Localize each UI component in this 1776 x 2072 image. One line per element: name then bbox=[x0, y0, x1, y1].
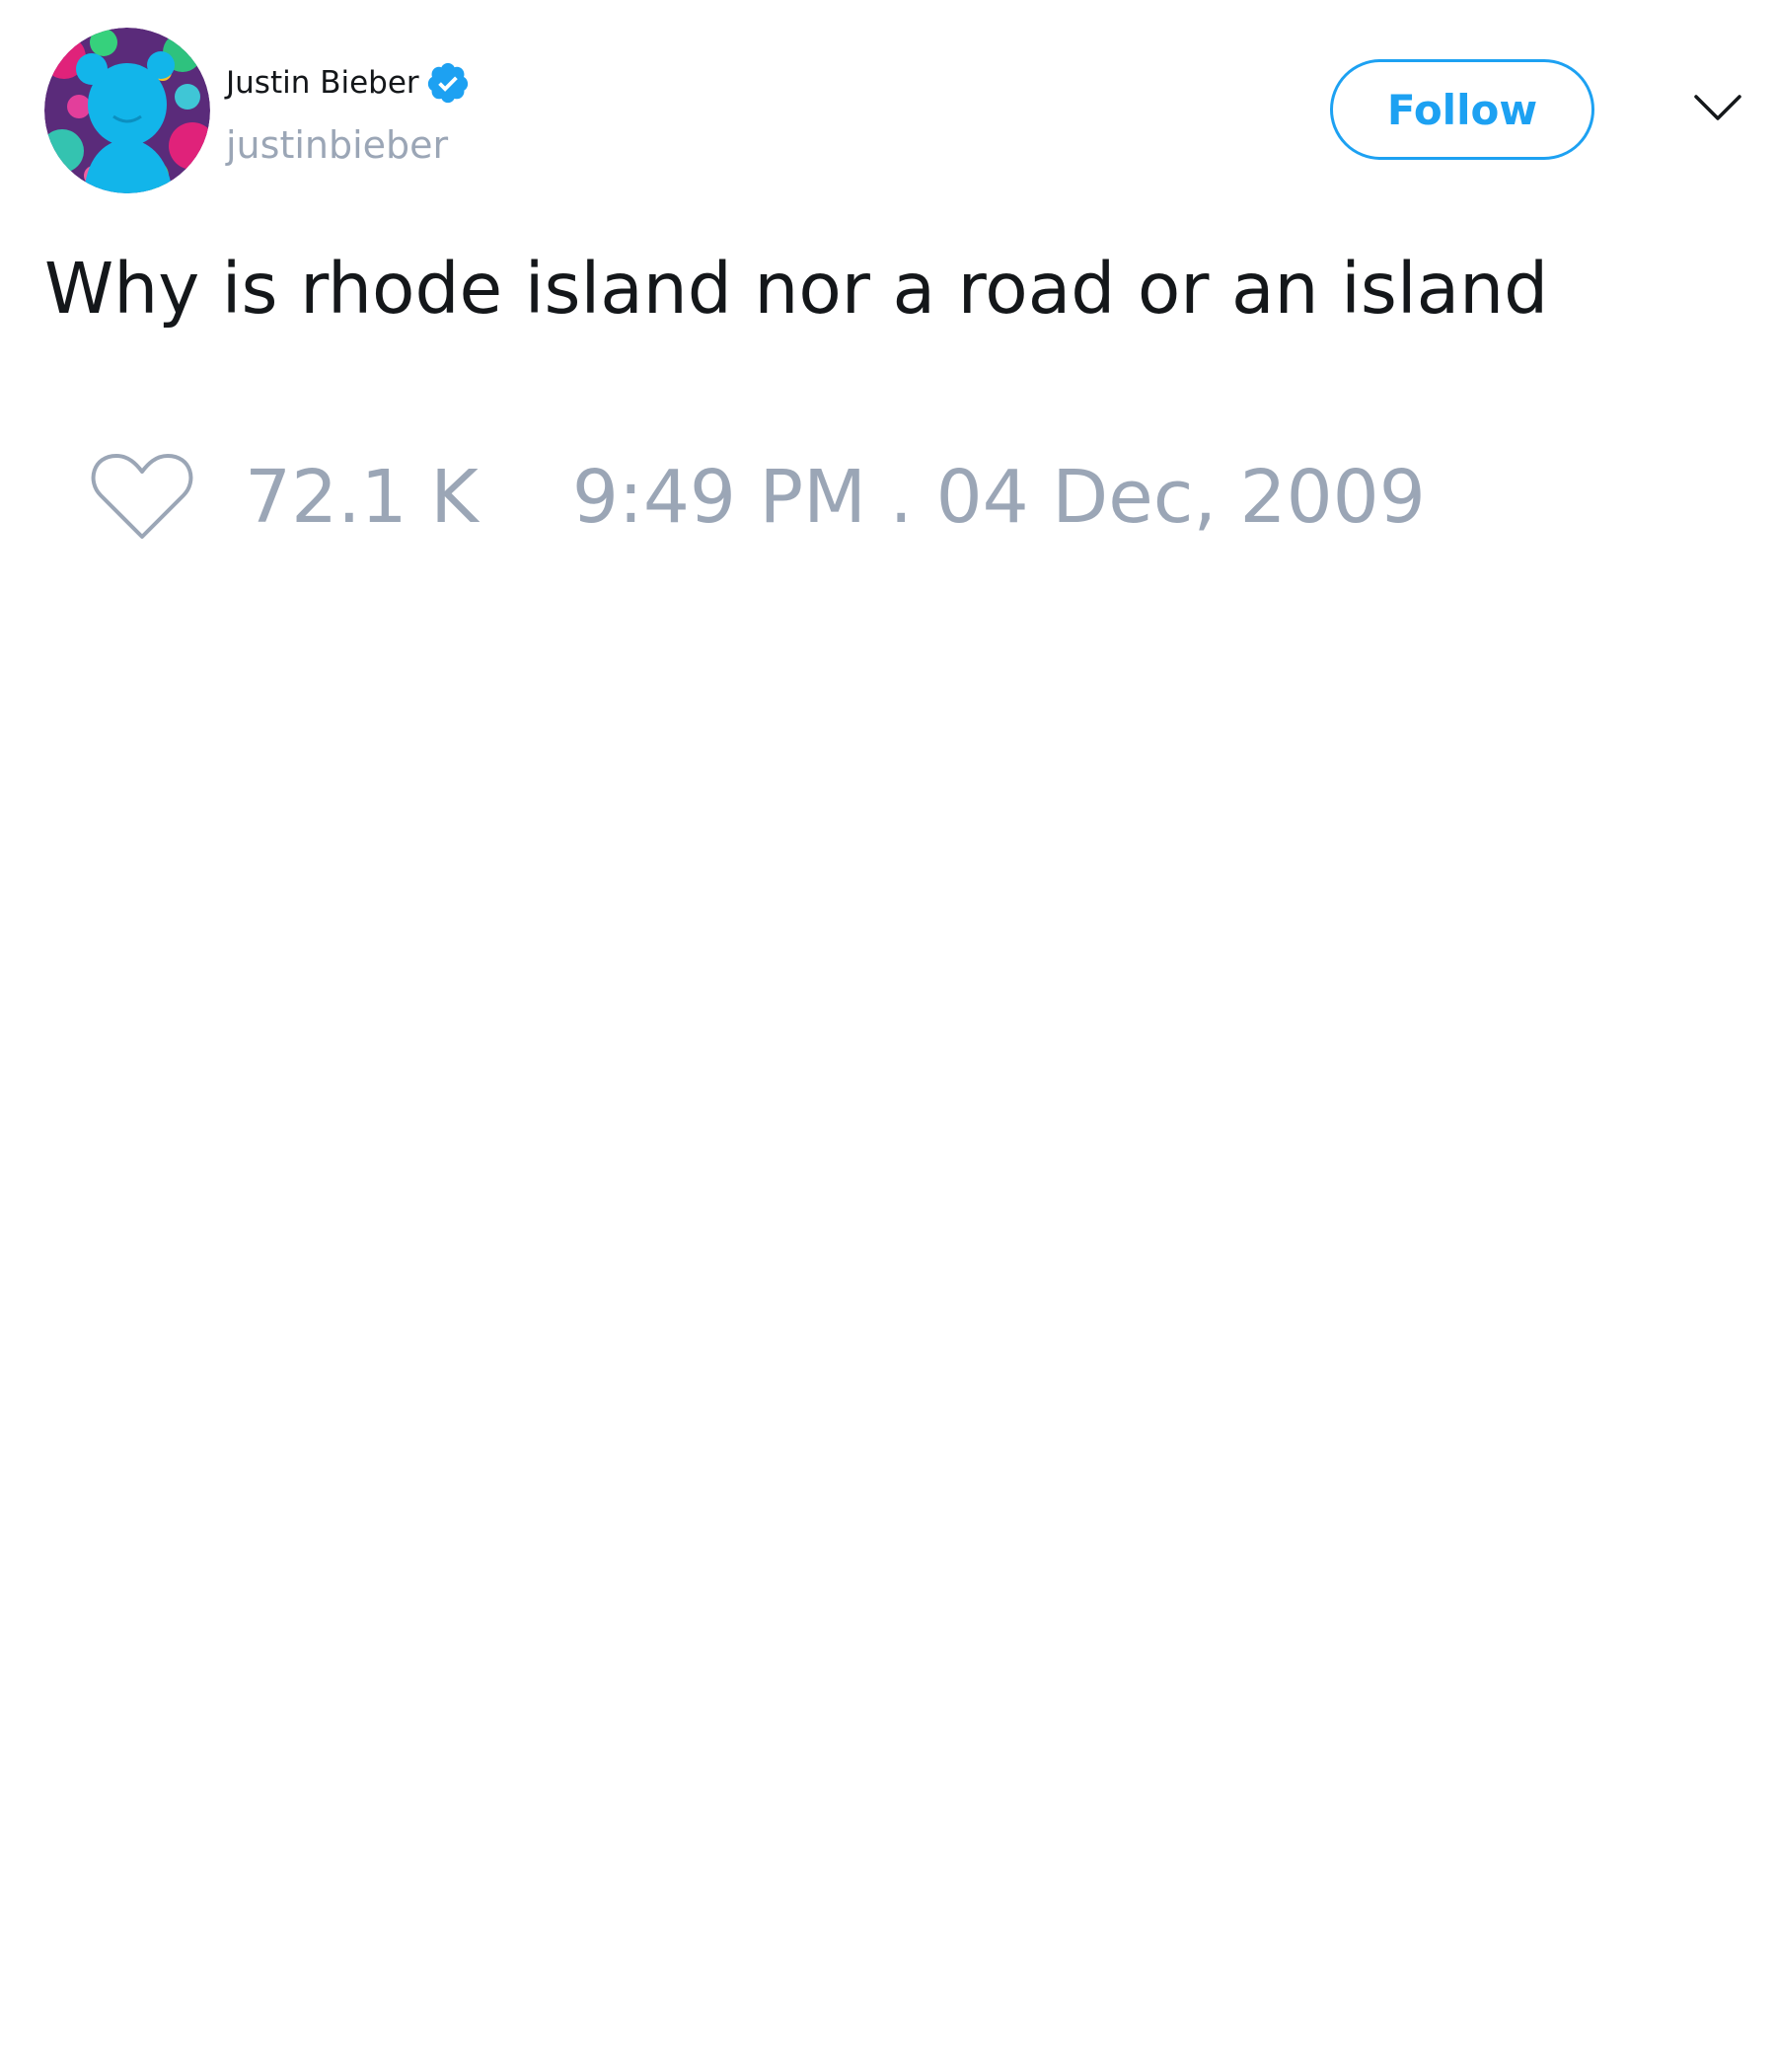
user-handle[interactable]: justinbieber bbox=[226, 126, 448, 164]
tweet-text: Why is rhode island nor a road or an isl… bbox=[44, 248, 1549, 330]
verified-badge-icon bbox=[427, 62, 468, 104]
tweet-actions: 72.1 K 9:49 PM . 04 Dec, 2009 bbox=[89, 448, 1426, 547]
display-name[interactable]: Justin Bieber bbox=[226, 67, 419, 99]
chevron-down-icon[interactable] bbox=[1693, 91, 1742, 126]
avatar-silhouette-icon bbox=[44, 28, 210, 193]
display-name-row: Justin Bieber bbox=[226, 59, 471, 107]
tweet-card: Justin Bieber justinbieber Follow Why is… bbox=[0, 0, 1776, 2072]
like-count: 72.1 K bbox=[245, 455, 479, 540]
follow-button[interactable]: Follow bbox=[1330, 59, 1594, 160]
avatar[interactable] bbox=[44, 28, 210, 193]
timestamp[interactable]: 9:49 PM . 04 Dec, 2009 bbox=[572, 461, 1426, 534]
heart-icon[interactable] bbox=[89, 450, 195, 545]
